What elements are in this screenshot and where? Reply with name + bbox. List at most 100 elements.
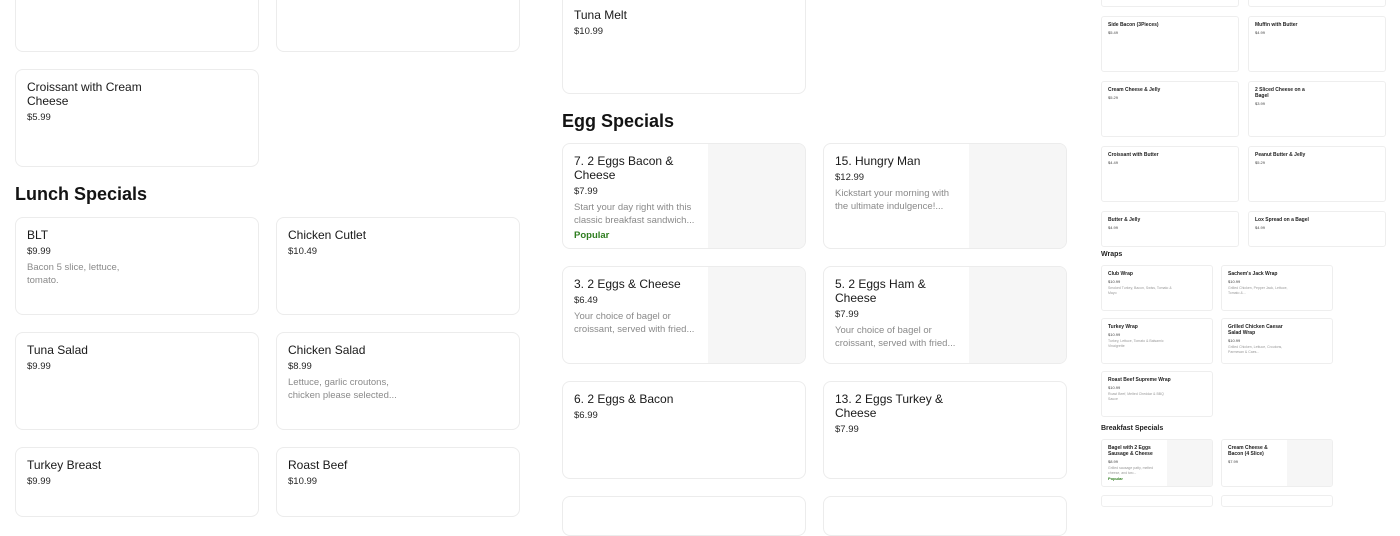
item-image-placeholder	[969, 144, 1066, 248]
mini-item-name: Sachem's Jack Wrap	[1228, 271, 1278, 277]
mini-card-partial[interactable]	[1221, 495, 1333, 507]
mini-item-price: $7.99	[1228, 459, 1239, 464]
menu-item-card-partial[interactable]	[15, 0, 259, 52]
item-name: 3. 2 Eggs & Cheese	[574, 277, 681, 291]
mini-menu-item[interactable]: Sachem's Jack Wrap $10.99 Grilled Chicken,…	[1221, 265, 1333, 311]
mini-item-price: $3.99	[1255, 101, 1266, 106]
mini-popular-badge: Popular	[1108, 476, 1123, 481]
mini-card-partial[interactable]	[1101, 0, 1239, 7]
item-price: $9.99	[27, 476, 51, 487]
mini-item-image-placeholder	[1287, 440, 1332, 486]
mini-item-name: Croissant with Butter	[1108, 152, 1159, 158]
mini-item-name: Butter & Jelly	[1108, 217, 1141, 223]
item-price: $9.99	[27, 361, 51, 372]
item-price: $9.99	[27, 246, 51, 257]
mini-menu-item[interactable]: Croissant with Butter $4.49	[1101, 146, 1239, 202]
item-image-placeholder	[708, 267, 805, 363]
mini-menu-item[interactable]: Cream Cheese & Jelly $5.29	[1101, 81, 1239, 137]
menu-item-card[interactable]: Croissant with Cream Cheese $5.99	[15, 69, 259, 167]
item-price: $10.49	[288, 246, 318, 257]
mini-item-name: Lox Spread on a Bagel	[1255, 217, 1309, 223]
item-name: 6. 2 Eggs & Bacon	[574, 392, 674, 406]
item-name: 7. 2 Eggs Bacon & Cheese	[574, 154, 674, 182]
mini-item-name: Bagel with 2 Eggs Sausage & Cheese	[1108, 445, 1153, 457]
item-price: $6.49	[574, 295, 598, 306]
item-name: 15. Hungry Man	[835, 154, 921, 168]
mini-menu-item[interactable]: Club Wrap $10.99 Smoked Turkey, Bacon, Swi…	[1101, 265, 1213, 311]
mini-item-price: $5.29	[1255, 160, 1266, 165]
mini-item-name: Roast Beef Supreme Wrap	[1108, 377, 1171, 383]
item-name: 13. 2 Eggs Turkey & Cheese	[835, 392, 944, 420]
mini-menu-item[interactable]: Lox Spread on a Bagel $4.99	[1248, 211, 1386, 247]
mini-item-price: $10.99	[1108, 279, 1121, 284]
item-price: $10.99	[574, 26, 604, 37]
item-name: Tuna Salad	[27, 343, 88, 357]
mini-item-description: Grilled Chicken, Lettuce, Croutons, Parm…	[1228, 345, 1283, 354]
menu-item-card[interactable]: Roast Beef $10.99	[276, 447, 520, 517]
mini-menu-item[interactable]: Muffin with Butter $4.99	[1248, 16, 1386, 72]
item-image-placeholder	[969, 267, 1066, 363]
menu-item-card[interactable]: 7. 2 Eggs Bacon & Cheese $7.99 Start you…	[562, 143, 806, 249]
menu-item-card-partial[interactable]	[276, 0, 520, 52]
mini-item-description: Grilled Chicken, Pepper Jack, Lettuce, T…	[1228, 286, 1288, 295]
mini-card-partial[interactable]	[1101, 495, 1213, 507]
menu-item-card[interactable]: BLT $9.99 Bacon 5 slice, lettuce, tomato…	[15, 217, 259, 315]
item-description: Your choice of bagel or croissant, serve…	[574, 311, 695, 335]
mini-item-name: Turkey Wrap	[1108, 324, 1138, 330]
menu-item-card[interactable]: Turkey Breast $9.99	[15, 447, 259, 517]
item-price: $6.99	[574, 410, 598, 421]
mini-menu-item[interactable]: Bagel with 2 Eggs Sausage & Cheese $8.99 G…	[1101, 439, 1213, 487]
mini-menu-item[interactable]: Cream Cheese & Bacon (4 Slice) $7.99	[1221, 439, 1333, 487]
mini-item-description: Grilled sausage patty, melted cheese, an…	[1108, 466, 1154, 475]
mini-item-price: $4.49	[1108, 160, 1119, 165]
item-description: Start your day right with this classic b…	[574, 202, 695, 226]
section-heading-lunch: Lunch Specials	[15, 184, 148, 204]
mini-menu-item[interactable]: Side Bacon (3Pieces) $5.49	[1101, 16, 1239, 72]
item-price: $10.99	[288, 476, 318, 487]
item-description: Kickstart your morning with the ultimate…	[835, 188, 950, 212]
menu-item-card[interactable]: Chicken Cutlet $10.49	[276, 217, 520, 315]
menu-item-card[interactable]: Chicken Salad $8.99 Lettuce, garlic crou…	[276, 332, 520, 430]
mini-card-partial[interactable]	[1248, 0, 1386, 7]
item-image-placeholder	[708, 144, 805, 248]
mini-item-name: Muffin with Butter	[1255, 22, 1298, 28]
item-price: $8.99	[288, 361, 312, 372]
item-name: 5. 2 Eggs Ham & Cheese	[835, 277, 926, 305]
mini-item-price: $10.99	[1108, 385, 1121, 390]
menu-item-card[interactable]: 15. Hungry Man $12.99 Kickstart your mor…	[823, 143, 1067, 249]
item-description: Your choice of bagel or croissant, serve…	[835, 325, 956, 349]
mini-section-heading-breakfast: Breakfast Specials	[1101, 425, 1164, 432]
mini-item-price: $4.99	[1255, 225, 1266, 230]
mini-item-name: Side Bacon (3Pieces)	[1108, 22, 1159, 28]
mini-menu-item[interactable]: 2 Sliced Cheese on a Bagel $3.99	[1248, 81, 1386, 137]
item-name: Chicken Salad	[288, 343, 366, 357]
menu-item-card[interactable]: Tuna Melt $10.99	[562, 0, 806, 94]
menu-item-card[interactable]: Tuna Salad $9.99	[15, 332, 259, 430]
mini-item-price: $4.99	[1255, 30, 1266, 35]
mini-item-image-placeholder	[1167, 440, 1212, 486]
mini-item-name: Peanut Butter & Jelly	[1255, 152, 1306, 158]
mini-menu-item[interactable]: Peanut Butter & Jelly $5.29	[1248, 146, 1386, 202]
mini-item-description: Roast Beef, Melted Cheddar & BBQ Sauce	[1108, 392, 1164, 401]
mini-item-price: $10.99	[1108, 332, 1121, 337]
item-description: Lettuce, garlic croutons, chicken please…	[288, 377, 397, 401]
menu-item-card-partial[interactable]	[562, 496, 806, 536]
item-price: $7.99	[835, 309, 859, 320]
mini-menu-item[interactable]: Butter & Jelly $4.99	[1101, 211, 1239, 247]
mini-item-price: $4.99	[1108, 225, 1119, 230]
menu-item-card[interactable]: 13. 2 Eggs Turkey & Cheese $7.99	[823, 381, 1067, 479]
menu-item-card-partial[interactable]	[823, 496, 1067, 536]
menu-item-card[interactable]: 5. 2 Eggs Ham & Cheese $7.99 Your choice…	[823, 266, 1067, 364]
menu-item-card[interactable]: 6. 2 Eggs & Bacon $6.99	[562, 381, 806, 479]
item-price: $7.99	[574, 186, 598, 197]
mini-menu-item[interactable]: Roast Beef Supreme Wrap $10.99 Roast Beef,…	[1101, 371, 1213, 417]
menu-item-card[interactable]: 3. 2 Eggs & Cheese $6.49 Your choice of …	[562, 266, 806, 364]
mini-item-price: $10.99	[1228, 279, 1241, 284]
mini-item-description: Smoked Turkey, Bacon, Swiss, Tomato & Ma…	[1108, 286, 1172, 295]
mini-menu-item[interactable]: Turkey Wrap $10.99 Turkey, Lettuce, Tomato…	[1101, 318, 1213, 364]
item-price: $12.99	[835, 172, 865, 183]
popular-badge: Popular	[574, 230, 610, 241]
mini-item-price: $10.99	[1228, 338, 1241, 343]
mini-item-price: $5.49	[1108, 30, 1119, 35]
mini-menu-item[interactable]: Grilled Chicken Caesar Salad Wrap $10.99 G…	[1221, 318, 1333, 364]
